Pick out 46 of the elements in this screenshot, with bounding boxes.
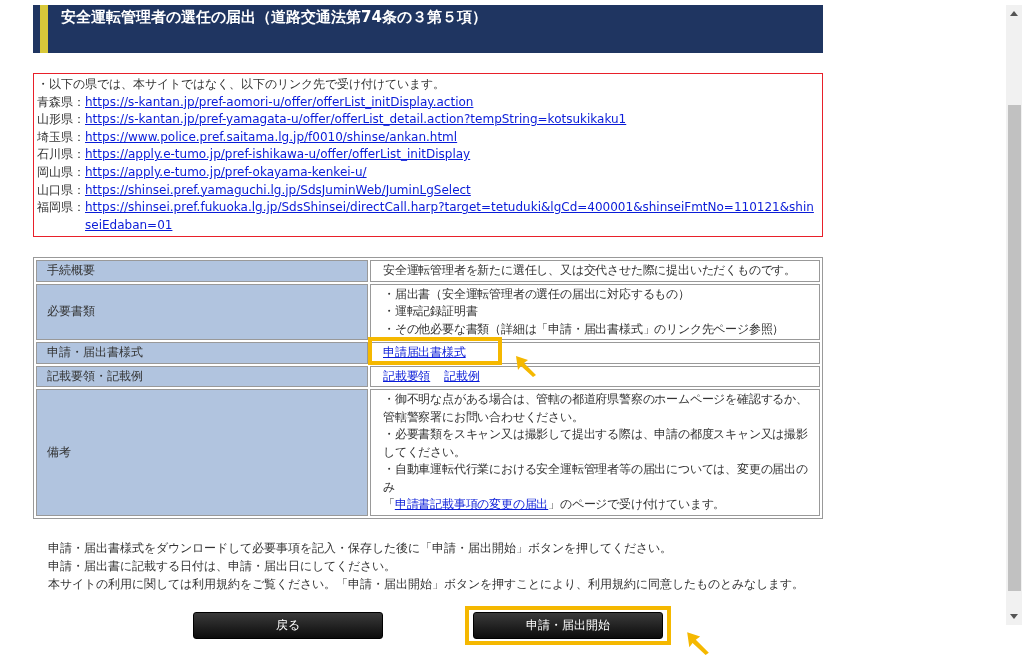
pointer-arrow-icon [514,354,538,378]
prefecture-label: 青森県： [37,93,85,111]
document-link[interactable]: 申請書記載事項の変更の届出 [394,497,549,511]
row-label: 申請・届出書様式 [36,342,368,364]
external-link[interactable]: https://s-kantan.jp/pref-aomori-u/offer/offerList_initDisplay.action [85,93,474,112]
action-button[interactable]: 戻る [193,611,383,639]
row-label: 備考 [36,389,368,516]
scroll-down-icon[interactable] [1010,614,1018,619]
document-link[interactable]: 記載要領 [383,368,431,383]
external-link[interactable]: https://shinsei.pref.yamaguchi.lg.jp/SdsJuminWeb/JuminLgSelect [85,181,471,200]
cell-text: ・御不明な点がある場合は、管轄の都道府県警察のホームページを確認するか、管轄警察署にお問い合わせください。 [383,391,809,426]
external-link[interactable]: https://shinsei.pref.fukuoka.lg.jp/SdsShinsei/directCall.harp?target=tetuduki&lgCd=400001&shinseiFmtNo=110121&shinseiEdaban=01 [85,199,818,235]
prefecture-label: 岡山県： [37,163,85,181]
external-link[interactable]: https://apply.e-tumo.jp/pref-ishikawa-u/offer/offerList_initDisplay [85,146,471,164]
instruction-text: 本サイトの利用に関しては利用規約をご覧ください。「申請・届出開始」ボタンを押すことにより、利用規約に同意したものとみなします。 [48,575,805,593]
row-label: 手続概要 [36,260,368,282]
page-title: 安全運転管理者の選任の届出（道路交通法第74条の３第５項） [60,7,487,27]
cell-text: 」のページで受け付けています。 [548,496,726,513]
prefecture-label: 埼玉県： [37,128,85,146]
prefecture-label: 福岡県： [37,199,85,217]
action-button[interactable]: 申請・届出開始 [473,611,663,639]
document-link[interactable]: 申請届出書様式 [383,345,466,359]
cell-text: ・その他必要な書類（詳細は「申請・届出書様式」のリンク先ページ参照） [383,320,785,338]
instruction-text: 申請・届出書に記載する日付は、申請・届出日にしてください。 [48,557,397,575]
cell-text: ・届出書（安全運転管理者の選任の届出に対応するもの） [383,285,690,303]
external-link[interactable]: https://www.police.pref.saitama.lg.jp/f0010/shinse/ankan.html [85,128,458,147]
pointer-arrow-icon [685,629,711,656]
cell-text: ・必要書類をスキャン又は撮影して提出する際は、申請の都度スキャン又は撮影してください。 [383,426,809,461]
document-link[interactable]: 記載例 [444,368,480,383]
header-accent-bar [40,5,48,53]
scroll-thumb[interactable] [1008,105,1021,591]
external-link[interactable]: https://apply.e-tumo.jp/pref-okayama-kenkei-u/ [85,163,367,182]
external-link[interactable]: https://s-kantan.jp/pref-yamagata-u/offer/offerList_detail.action?tempString=kotsukikaku1 [85,111,627,129]
cell-text: ・自動車運転代行業における安全運転管理者等の届出については、変更の届出のみ [383,461,809,496]
scroll-up-icon[interactable] [1010,11,1018,16]
cell-text: 「 [383,496,395,513]
row-label: 必要書類 [36,283,368,340]
prefecture-label: 山口県： [37,181,85,199]
prefecture-label: 山形県： [37,111,85,129]
instruction-text: 申請・届出書様式をダウンロードして必要事項を記入・保存した後に「申請・届出開始」ボタンを押してください。 [48,539,673,557]
row-label: 記載要領・記載例 [36,365,368,387]
cell-text: ・運転記録証明書 [383,303,478,320]
prefecture-label: 石川県： [37,146,85,164]
scrollbar[interactable] [1006,5,1022,625]
cell-text: 安全運転管理者を新たに選任し、又は交代させた際に提出いただくものです。 [383,262,796,279]
notice-text: ・以下の県では、本サイトではなく、以下のリンク先で受け付けています。 [37,76,446,93]
